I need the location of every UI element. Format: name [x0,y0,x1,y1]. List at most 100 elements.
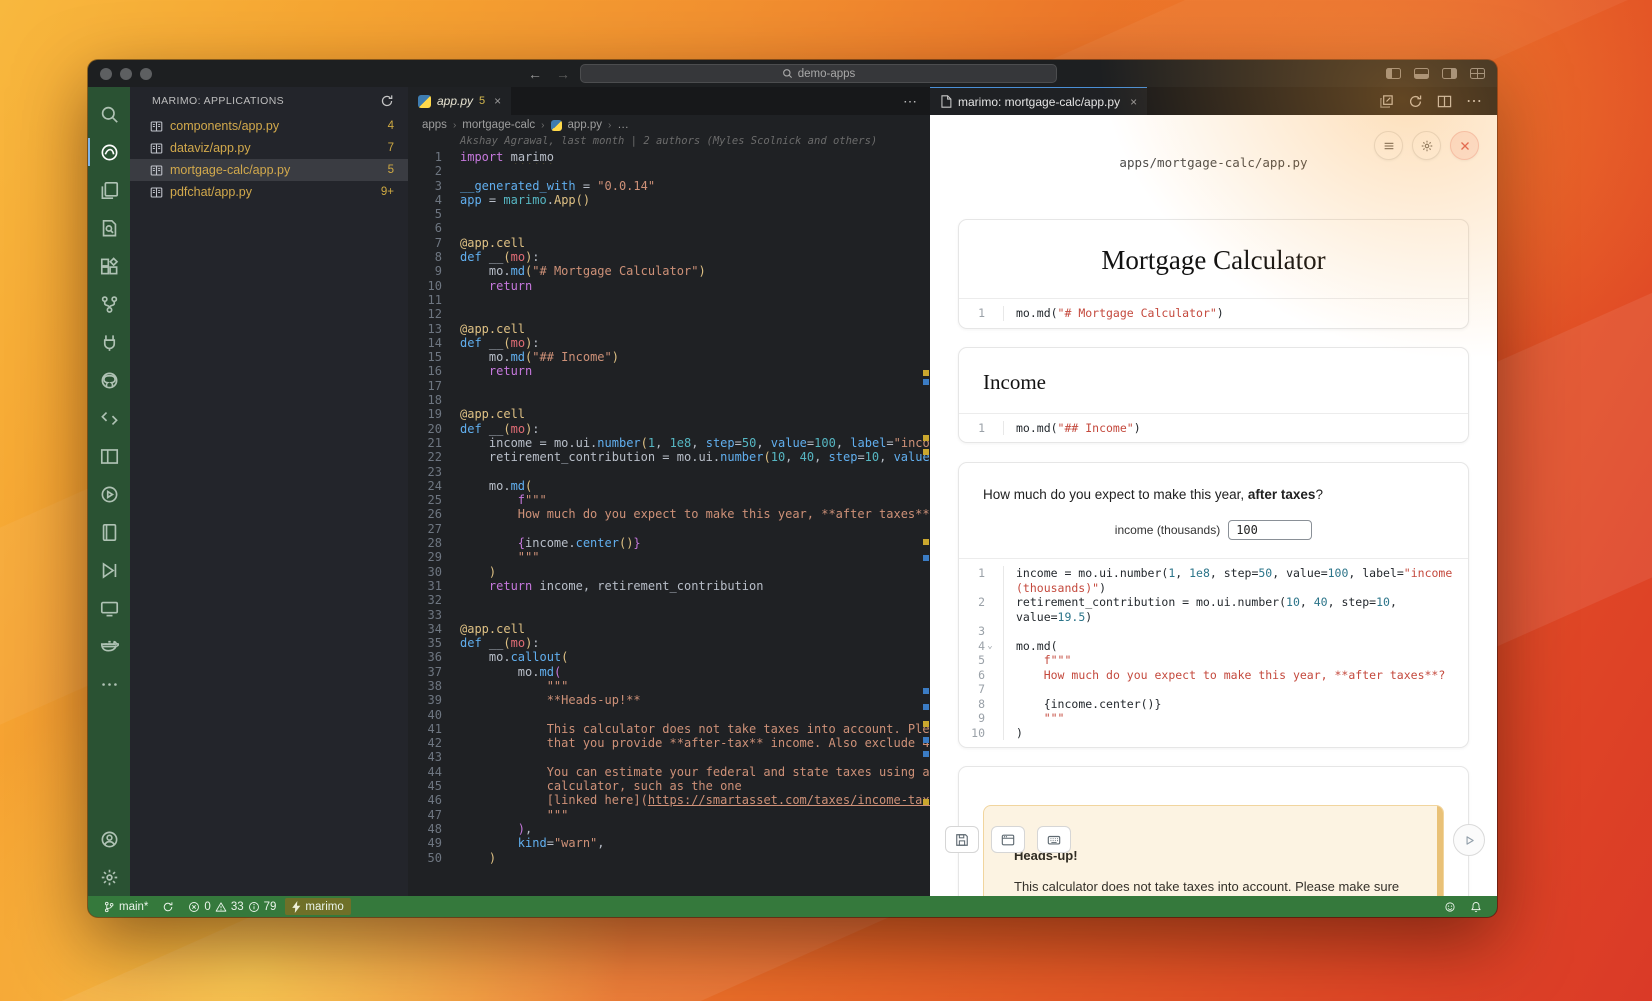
activity-remote-monitor-icon[interactable] [88,589,130,627]
file-list-item[interactable]: components/app.py 4 [130,115,408,137]
activity-file-search-icon[interactable] [88,209,130,247]
refresh-icon[interactable] [380,94,394,108]
code-line: 6 How much do you expect to make this ye… [959,668,1468,683]
cell-code[interactable]: 1mo.md("## Income") [959,414,1468,443]
problems-status[interactable]: 0 33 79 [183,896,281,917]
code-line: 22 retirement_contribution = mo.ui.numbe… [408,450,930,464]
notifications-button[interactable] [1465,896,1487,917]
activity-github-icon[interactable] [88,361,130,399]
cell-code[interactable]: 1income = mo.ui.number(1, 1e8, step=50, … [959,559,1468,747]
git-branch-status[interactable]: main* [98,896,153,917]
search-placeholder: demo-apps [798,68,856,80]
app-title: Mortgage Calculator [959,220,1468,298]
marimo-file-icon [150,186,163,199]
ellipsis-icon[interactable]: ⋯ [1466,91,1483,111]
info-count: 79 [264,901,277,913]
file-list-item[interactable]: pdfchat/app.py 9+ [130,181,408,203]
marimo-file-icon [150,142,163,155]
breadcrumb-item[interactable]: app.py [568,119,603,131]
code-line: 43 [408,750,930,764]
activity-layout-icon[interactable] [88,437,130,475]
income-number-input[interactable]: 100 [1228,520,1312,540]
file-list-item[interactable]: mortgage-calc/app.py 5 [130,159,408,181]
webview-group: marimo: mortgage-calc/app.py × ⋯ [930,87,1497,896]
breadcrumb-item[interactable]: apps [422,119,447,131]
code-line: (thousands)") [959,581,1468,596]
file-list-item[interactable]: dataviz/app.py 7 [130,137,408,159]
keyboard-shortcuts-button[interactable] [1037,826,1071,853]
sidebar-title: MARIMO: APPLICATIONS [152,95,284,107]
feedback-button[interactable] [1439,896,1461,917]
code-line: 7@app.cell [408,236,930,250]
income-input-label: income (thousands) [1115,523,1220,537]
shutdown-button[interactable] [1450,131,1479,160]
toggle-panel-icon[interactable] [1414,68,1429,79]
code-line: 20def __(mo): [408,422,930,436]
question-text: How much do you expect to make this year… [959,463,1468,506]
close-tab-icon[interactable]: × [1130,95,1137,109]
customize-layout-icon[interactable] [1470,68,1485,79]
code-line: 9 mo.md("# Mortgage Calculator") [408,264,930,278]
bell-icon [1470,901,1482,913]
problem-count-badge: 9+ [381,186,394,198]
marimo-status-chip[interactable]: marimo [285,898,350,915]
command-center-search[interactable]: demo-apps [580,64,1057,83]
run-all-button[interactable] [1453,824,1485,856]
settings-button[interactable] [1412,131,1441,160]
activity-marimo-icon[interactable] [88,133,130,171]
activity-search-icon[interactable] [88,95,130,133]
code-line: 6 [408,221,930,235]
code-editor[interactable]: 1import marimo23__generated_with = "0.0.… [408,148,930,896]
open-in-browser-button[interactable] [991,826,1025,853]
file-list: components/app.py 4 dataviz/app.py 7 mor… [130,115,408,203]
activity-notebook-icon[interactable] [88,513,130,551]
code-line: 48 ), [408,822,930,836]
activity-git-fork-icon[interactable] [88,285,130,323]
zoom-window-button[interactable] [140,68,152,80]
activity-extensions-icon[interactable] [88,247,130,285]
open-external-icon[interactable] [1379,94,1394,109]
editor-tab-bar: app.py 5 × ⋯ [408,87,930,115]
nav-back-button[interactable]: ← [528,66,542,82]
code-line: 35def __(mo): [408,636,930,650]
activity-test-play-icon[interactable] [88,551,130,589]
tab-app-py[interactable]: app.py 5 × [408,87,511,115]
editor-actions-overflow[interactable]: ⋯ [891,87,930,115]
gear-icon [1420,139,1434,153]
close-window-button[interactable] [100,68,112,80]
minimize-window-button[interactable] [120,68,132,80]
activity-account-icon[interactable] [88,820,130,858]
activity-pages-icon[interactable] [88,171,130,209]
activity-ellipsis-icon[interactable] [88,665,130,703]
nav-forward-button[interactable]: → [556,66,570,82]
play-icon [1463,834,1476,847]
split-editor-icon[interactable] [1437,94,1452,109]
activity-settings-gear-icon[interactable] [88,858,130,896]
info-icon [248,901,260,913]
fold-chevron-icon[interactable]: ⌄ [985,639,995,654]
toggle-secondary-sidebar-icon[interactable] [1442,68,1457,79]
close-tab-icon[interactable]: × [494,94,501,108]
toggle-primary-sidebar-icon[interactable] [1386,68,1401,79]
activity-docker-icon[interactable] [88,627,130,665]
desktop-wallpaper: ← → demo-apps MARIMO: APPLICATIONS [0,0,1652,1001]
sync-changes-button[interactable] [157,896,179,917]
code-line: 1income = mo.ui.number(1, 1e8, step=50, … [959,566,1468,581]
save-button[interactable] [945,826,979,853]
refresh-icon[interactable] [1408,94,1423,109]
problem-count-badge: 5 [388,164,394,176]
breadcrumb-item[interactable]: … [617,119,629,131]
menu-button[interactable] [1374,131,1403,160]
code-line: 11 [408,293,930,307]
breadcrumb[interactable]: apps› mortgage-calc› app.py› … [408,115,930,135]
activity-code-compare-icon[interactable] [88,399,130,437]
breadcrumb-item[interactable]: mortgage-calc [462,119,535,131]
activity-play-circle-icon[interactable] [88,475,130,513]
branch-name: main* [119,901,148,913]
problem-count-badge: 4 [388,120,394,132]
sidebar-marimo-applications: MARIMO: APPLICATIONS components/app.py 4… [130,87,408,896]
activity-plug-icon[interactable] [88,323,130,361]
tab-marimo-webview[interactable]: marimo: mortgage-calc/app.py × [930,87,1147,115]
cell-code[interactable]: 1mo.md("# Mortgage Calculator") [959,299,1468,328]
bolt-icon [292,901,301,913]
